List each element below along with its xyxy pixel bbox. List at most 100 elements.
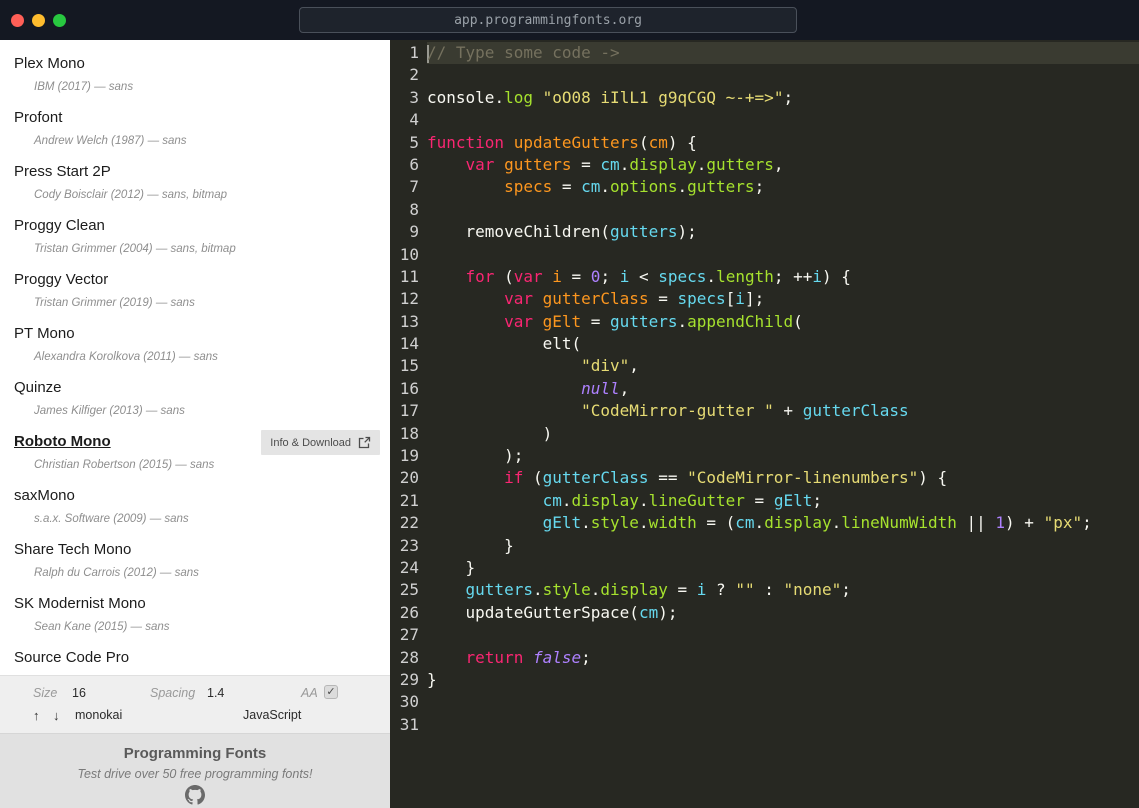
font-list-item[interactable]: Proggy Vector Tristan Grimmer (2019) — sa…: [0, 264, 390, 318]
font-name: Source Code Pro: [14, 649, 130, 666]
code-line: 26 updateGutterSpace(cm);: [390, 602, 1139, 624]
info-download-button[interactable]: Info & Download: [261, 430, 380, 455]
code-text: ): [542, 423, 553, 443]
font-name: Press Start 2P: [14, 163, 111, 180]
code-line: 14 elt(: [390, 333, 1139, 355]
code-line: 23 }: [390, 535, 1139, 557]
app-window: app.programmingfonts.org Plex Mono IBM (2…: [0, 0, 1139, 808]
code-text: var gutters = cm.display.gutters,: [465, 154, 784, 174]
font-name: Share Tech Mono: [14, 541, 132, 558]
font-name: SK Modernist Mono: [14, 595, 146, 612]
font-meta: Andrew Welch (1987) — sans: [34, 135, 187, 147]
code-line: 28 return false;: [390, 647, 1139, 669]
code-text: elt(: [542, 334, 582, 354]
line-number: 6: [409, 154, 419, 174]
language-select[interactable]: JavaScript: [243, 708, 301, 722]
font-list-item[interactable]: PT Mono Alexandra Korolkova (2011) — sans: [0, 318, 390, 372]
code-text: function updateGutters(cm) {: [427, 132, 697, 152]
code-line: 18 ): [390, 423, 1139, 445]
spacing-value[interactable]: 1.4: [207, 686, 224, 700]
code-line: 30: [390, 691, 1139, 713]
line-number: 8: [409, 199, 419, 219]
font-list[interactable]: Plex Mono IBM (2017) — sans Profont Andrew …: [0, 40, 390, 675]
code-line: 2: [390, 64, 1139, 86]
line-number: 2: [409, 65, 419, 85]
size-value[interactable]: 16: [72, 686, 86, 700]
font-name: Plex Mono: [14, 55, 85, 72]
code-text: var gutterClass = specs[i];: [504, 289, 765, 309]
size-label: Size: [33, 686, 58, 700]
code-line: 15 "div",: [390, 355, 1139, 377]
code-text: specs = cm.options.gutters;: [504, 177, 765, 197]
font-list-item[interactable]: Quinze James Kilfiger (2013) — sans: [0, 372, 390, 426]
line-number: 16: [399, 378, 419, 398]
code-line: 29}: [390, 669, 1139, 691]
font-meta: Tristan Grimmer (2019) — sans: [34, 297, 195, 309]
code-line: 17 "CodeMirror-gutter " + gutterClass: [390, 400, 1139, 422]
theme-next-button[interactable]: ↓: [53, 708, 60, 723]
code-line: 11 for (var i = 0; i < specs.length; ++i…: [390, 266, 1139, 288]
aa-checkbox[interactable]: ✓: [324, 685, 338, 699]
line-number: 29: [399, 669, 419, 689]
line-number: 26: [399, 602, 419, 622]
minimize-button[interactable]: [32, 13, 45, 27]
font-name: Proggy Clean: [14, 217, 105, 234]
font-list-item[interactable]: Proggy Clean Tristan Grimmer (2004) — san…: [0, 210, 390, 264]
code-line: 20 if (gutterClass == "CodeMirror-linenu…: [390, 467, 1139, 489]
line-number: 25: [399, 580, 419, 600]
url-text: app.programmingfonts.org: [454, 12, 642, 28]
theme-select[interactable]: monokai: [75, 708, 122, 722]
aa-label: AA: [301, 686, 318, 700]
line-number: 28: [399, 647, 419, 667]
font-meta: Alexandra Korolkova (2011) — sans: [34, 351, 218, 363]
external-link-icon: [358, 436, 371, 449]
font-list-item[interactable]: SK Modernist Mono Sean Kane (2015) — sans: [0, 588, 390, 642]
close-button[interactable]: [11, 13, 24, 27]
font-meta: Ralph du Carrois (2012) — sans: [34, 567, 199, 579]
code-line: 4: [390, 109, 1139, 131]
code-line: 27: [390, 624, 1139, 646]
line-number: 11: [399, 266, 419, 286]
code-line: 12 var gutterClass = specs[i];: [390, 288, 1139, 310]
code-line: 5 function updateGutters(cm) {: [390, 132, 1139, 154]
line-number: 10: [399, 244, 419, 264]
code-line: 3 console.log "oO08 iIlL1 g9qCGQ ~-+=>";: [390, 87, 1139, 109]
font-meta: Sean Kane (2015) — sans: [34, 621, 170, 633]
font-meta: Christian Robertson (2015) — sans: [34, 459, 215, 471]
titlebar: app.programmingfonts.org: [0, 0, 1139, 40]
theme-prev-button[interactable]: ↑: [33, 708, 40, 723]
line-number: 4: [409, 110, 419, 130]
font-list-item[interactable]: Source Code ProPaul D. Hunt (2012) — san…: [0, 642, 390, 675]
github-icon[interactable]: [185, 785, 205, 808]
font-list-item[interactable]: Profont Andrew Welch (1987) — sans: [0, 102, 390, 156]
code-text: cm.display.lineGutter = gElt;: [542, 490, 822, 510]
code-line: 9 removeChildren(gutters);: [390, 221, 1139, 243]
line-number: 23: [399, 535, 419, 555]
line-number: 17: [399, 401, 419, 421]
code-line: 24 }: [390, 557, 1139, 579]
code-text: if (gutterClass == "CodeMirror-linenumbe…: [504, 468, 948, 488]
font-name: Quinze: [14, 379, 62, 396]
font-list-item[interactable]: saxMono s.a.x. Software (2009) — sans: [0, 480, 390, 534]
line-number: 30: [399, 692, 419, 712]
zoom-button[interactable]: [53, 13, 66, 27]
url-bar[interactable]: app.programmingfonts.org: [299, 7, 797, 33]
code-text: null,: [581, 378, 630, 398]
code-editor[interactable]: 1 // Type some code -> 2 3 console.log "oO08…: [390, 40, 1139, 808]
font-list-item[interactable]: Press Start 2P Cody Boisclair (2012) — sa…: [0, 156, 390, 210]
code-line: 31: [390, 714, 1139, 736]
font-list-item[interactable]: Roboto Mono Christian Robertson (2015) — …: [0, 426, 390, 480]
font-meta: IBM (2017) — sans: [34, 81, 134, 93]
font-meta: James Kilfiger (2013) — sans: [34, 405, 185, 417]
code-line: 16 null,: [390, 378, 1139, 400]
line-number: 1: [409, 43, 419, 62]
font-list-item[interactable]: Plex Mono IBM (2017) — sans: [0, 48, 390, 102]
font-list-item[interactable]: Share Tech Mono Ralph du Carrois (2012) —…: [0, 534, 390, 588]
font-name: saxMono: [14, 487, 75, 504]
font-meta: s.a.x. Software (2009) — sans: [34, 513, 189, 525]
code-text: }: [427, 535, 514, 555]
line-number: 12: [399, 289, 419, 309]
